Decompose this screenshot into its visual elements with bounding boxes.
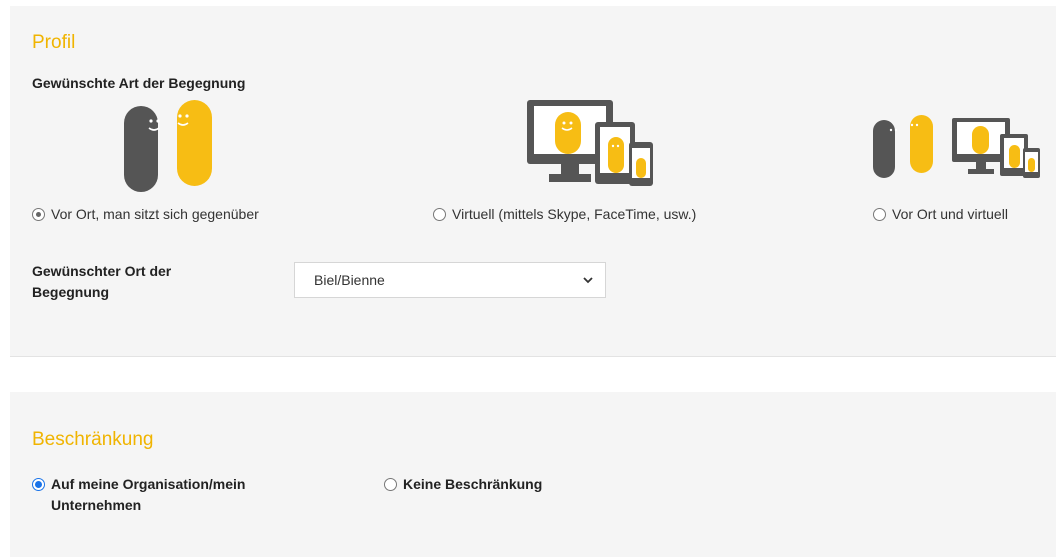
option-hybrid[interactable]: Vor Ort und virtuell — [873, 206, 1008, 222]
option-virtual[interactable]: Virtuell (mittels Skype, FaceTime, usw.) — [433, 206, 696, 222]
option-in-person[interactable]: Vor Ort, man sitzt sich gegenüber — [32, 206, 259, 222]
option-no-restriction-label: Keine Beschränkung — [403, 476, 543, 492]
radio-in-person[interactable] — [32, 207, 45, 221]
option-own-organisation[interactable]: Auf meine Organisation/mein Unternehmen — [32, 474, 322, 516]
location-select[interactable]: Biel/Bienne — [294, 262, 606, 298]
profil-title: Profil — [32, 32, 76, 53]
radio-hybrid[interactable] — [873, 207, 886, 221]
hybrid-illustration — [873, 115, 1040, 178]
restriction-title: Beschränkung — [32, 429, 154, 450]
virtual-illustration — [527, 100, 653, 186]
profil-section: Profil Gewünschte Art der Begegnung Vor … — [10, 6, 1056, 357]
in-person-illustration — [124, 100, 212, 192]
restriction-section: Beschränkung Auf meine Organisation/mein… — [10, 392, 1056, 557]
option-no-restriction[interactable]: Keine Beschränkung — [384, 474, 542, 495]
radio-virtual[interactable] — [433, 207, 446, 221]
option-in-person-label: Vor Ort, man sitzt sich gegenüber — [51, 206, 259, 222]
location-select-value: Biel/Bienne — [314, 272, 385, 288]
option-hybrid-label: Vor Ort und virtuell — [892, 206, 1008, 222]
encounter-type-label: Gewünschte Art der Begegnung — [32, 75, 246, 91]
yellow-figure — [177, 100, 212, 186]
radio-own-organisation[interactable] — [32, 478, 45, 491]
radio-no-restriction[interactable] — [384, 478, 397, 491]
chevron-down-icon — [583, 277, 593, 284]
option-virtual-label: Virtuell (mittels Skype, FaceTime, usw.) — [452, 206, 697, 222]
location-label: Gewünschter Ort der Begegnung — [32, 263, 172, 300]
option-own-organisation-label: Auf meine Organisation/mein Unternehmen — [51, 476, 246, 513]
grey-figure — [124, 106, 158, 192]
